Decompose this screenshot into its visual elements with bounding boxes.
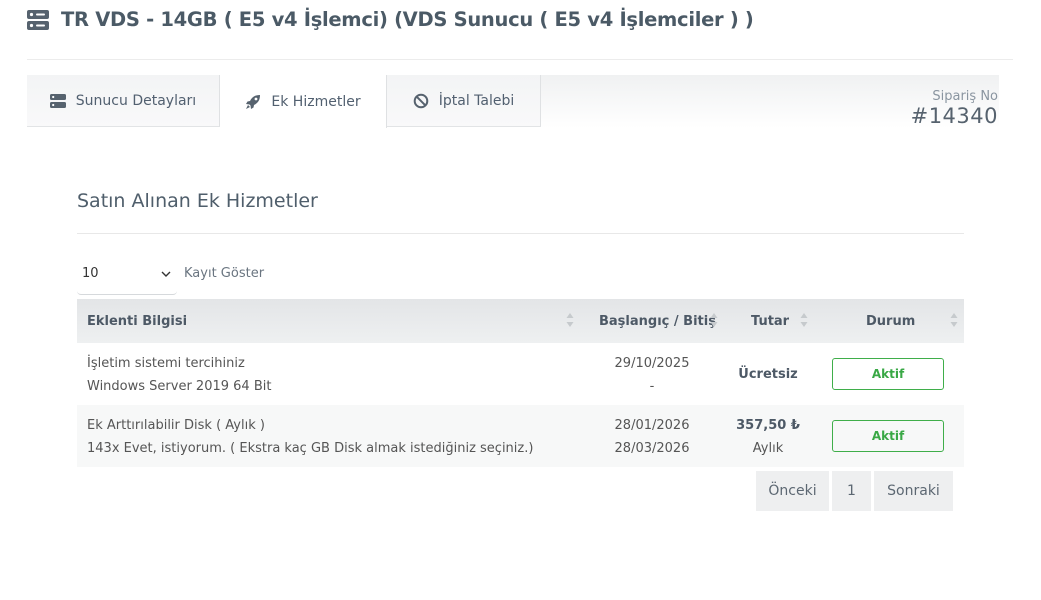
pagination-page-1[interactable]: 1 <box>832 471 871 511</box>
addon-name: İşletim sistemi tercihiniz <box>87 356 245 371</box>
sort-icon[interactable] <box>566 312 574 328</box>
table-row: Ek Arttırılabilir Disk ( Aylık ) 143x Ev… <box>77 405 964 467</box>
page-length-select[interactable]: 10 <box>77 255 177 295</box>
pagination-previous-button[interactable]: Önceki <box>756 471 829 511</box>
sort-icon[interactable] <box>710 312 718 328</box>
page-length-label: Kayıt Göster <box>184 266 265 281</box>
page-title: TR VDS - 14GB ( E5 v4 İşlemci) (VDS Sunu… <box>61 8 754 31</box>
column-header-status[interactable]: Durum <box>866 299 915 343</box>
order-number-label: Sipariş No <box>932 89 998 104</box>
end-date: 28/03/2026 <box>614 441 690 456</box>
amount-cell: 357,50 ₺ Aylık <box>718 414 818 460</box>
end-date: - <box>649 379 655 394</box>
amount-value: 357,50 ₺ <box>736 418 800 433</box>
page-header: TR VDS - 14GB ( E5 v4 İşlemci) (VDS Sunu… <box>27 8 754 31</box>
dates-cell: 29/10/2025 - <box>585 352 719 398</box>
chevron-down-icon <box>161 271 171 277</box>
tab-addon-services[interactable]: Ek Hizmetler <box>220 75 387 128</box>
addon-name: Ek Arttırılabilir Disk ( Aylık ) <box>87 418 265 433</box>
tabs-bar: Sunucu Detayları Ek Hizmetler İptal Tale… <box>27 75 999 128</box>
table-header: Eklenti Bilgisi Başlangıç / Bitiş Tutar … <box>77 299 964 343</box>
dates-cell: 28/01/2026 28/03/2026 <box>585 414 719 460</box>
tab-label: İptal Talebi <box>438 92 515 109</box>
addon-detail: 143x Evet, istiyorum. ( Ekstra kaç GB Di… <box>87 441 534 456</box>
amount-cell: Ücretsiz <box>718 363 818 386</box>
column-header-amount[interactable]: Tutar <box>751 299 789 343</box>
billing-period: Aylık <box>752 441 784 456</box>
page-length-value: 10 <box>82 266 99 281</box>
addon-info-cell: İşletim sistemi tercihiniz Windows Serve… <box>87 352 271 398</box>
amount-value: Ücretsiz <box>738 367 798 382</box>
table-row: İşletim sistemi tercihiniz Windows Serve… <box>77 343 964 405</box>
sort-icon[interactable] <box>800 312 808 328</box>
start-date: 29/10/2025 <box>614 356 690 371</box>
addon-info-cell: Ek Arttırılabilir Disk ( Aylık ) 143x Ev… <box>87 414 533 460</box>
tab-cancel-request[interactable]: İptal Talebi <box>387 75 541 127</box>
server-icon <box>27 9 49 30</box>
status-badge: Aktif <box>832 358 944 390</box>
status-badge: Aktif <box>832 420 944 452</box>
start-date: 28/01/2026 <box>614 418 690 433</box>
title-divider <box>27 59 1013 60</box>
section-divider <box>77 233 964 234</box>
section-title: Satın Alınan Ek Hizmetler <box>77 190 318 212</box>
tab-label: Ek Hizmetler <box>271 93 361 110</box>
tab-label: Sunucu Detayları <box>75 92 197 109</box>
column-header-dates[interactable]: Başlangıç / Bitiş <box>599 299 716 343</box>
ban-icon <box>413 93 429 108</box>
sort-icon[interactable] <box>950 312 958 328</box>
pagination-next-button[interactable]: Sonraki <box>874 471 953 511</box>
addon-detail: Windows Server 2019 64 Bit <box>87 379 272 394</box>
server-icon <box>49 93 66 108</box>
rocket-icon <box>246 94 261 109</box>
tab-server-details[interactable]: Sunucu Detayları <box>27 75 220 127</box>
order-number: #14340 <box>910 104 998 128</box>
column-header-addon-info[interactable]: Eklenti Bilgisi <box>87 299 187 343</box>
